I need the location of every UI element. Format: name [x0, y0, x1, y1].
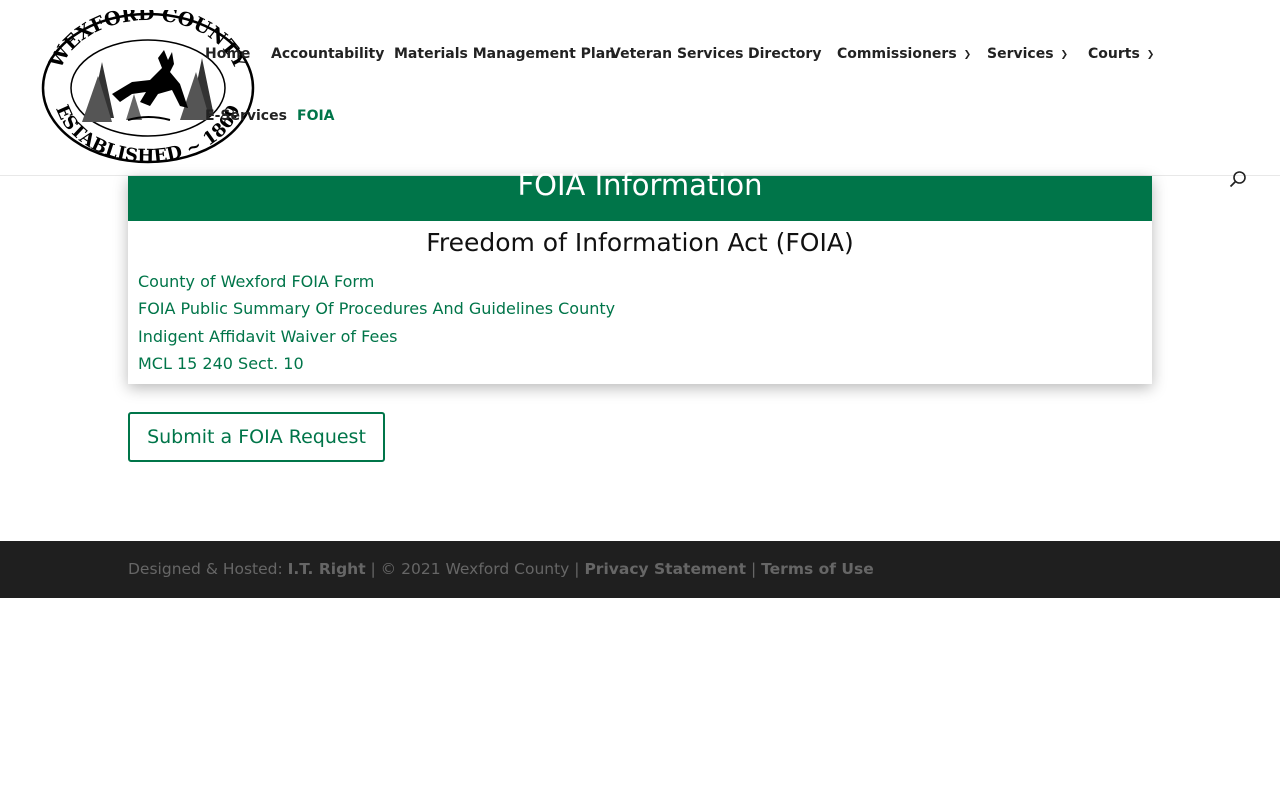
- nav-item-accountability[interactable]: Accountability: [271, 46, 384, 62]
- nav-item-label: Accountability: [271, 46, 385, 62]
- nav-item-label: Commissioners: [837, 46, 957, 62]
- link-indigent-affidavit[interactable]: Indigent Affidavit Waiver of Fees: [138, 323, 615, 350]
- nav-item-materials-management-plan[interactable]: Materials Management Plan: [394, 46, 615, 62]
- nav-item-courts[interactable]: Courts ❯: [1088, 46, 1154, 62]
- foia-content-box: FOIA Information Freedom of Information …: [128, 171, 1152, 384]
- nav-item-label: FOIA: [297, 108, 335, 124]
- privacy-statement-link[interactable]: Privacy Statement: [584, 560, 746, 578]
- designed-label: Designed & Hosted:: [128, 560, 288, 578]
- nav-item-home[interactable]: Home: [205, 46, 250, 62]
- banner-title: FOIA Information: [517, 168, 763, 202]
- footer-divider: |: [746, 560, 762, 578]
- nav-item-veteran-services[interactable]: Veteran Services: [610, 46, 743, 62]
- link-foia-form[interactable]: County of Wexford FOIA Form: [138, 268, 615, 295]
- chevron-down-icon: ❯: [1146, 50, 1155, 60]
- chevron-down-icon: ❯: [1060, 50, 1069, 60]
- foia-banner: FOIA Information: [128, 171, 1152, 221]
- nav-item-e-services[interactable]: E-Services: [205, 108, 287, 124]
- nav-item-label: Services: [987, 46, 1054, 62]
- nav-item-services[interactable]: Services ❯: [987, 46, 1068, 62]
- copyright-text: | © 2021 Wexford County |: [365, 560, 585, 578]
- footer-text: Designed & Hosted: I.T. Right | © 2021 W…: [128, 560, 874, 578]
- search-icon[interactable]: [1228, 170, 1248, 190]
- link-foia-public-summary[interactable]: FOIA Public Summary Of Procedures And Gu…: [138, 295, 615, 322]
- site-footer: Designed & Hosted: I.T. Right | © 2021 W…: [0, 541, 1280, 598]
- nav-item-label: E-Services: [205, 108, 287, 124]
- nav-item-label: Veteran Services: [610, 46, 744, 62]
- link-mcl-15-240[interactable]: MCL 15 240 Sect. 10: [138, 350, 615, 377]
- nav-item-label: Home: [205, 46, 251, 62]
- nav-item-label: Courts: [1088, 46, 1140, 62]
- nav-item-label: Directory: [748, 46, 822, 62]
- submit-foia-request-button[interactable]: Submit a FOIA Request: [128, 412, 385, 462]
- document-links: County of Wexford FOIA Form FOIA Public …: [138, 268, 615, 377]
- nav-item-commissioners[interactable]: Commissioners ❯: [837, 46, 971, 62]
- nav-item-directory[interactable]: Directory: [748, 46, 821, 62]
- chevron-down-icon: ❯: [963, 50, 972, 60]
- site-header: WEXFORD COUNTY ESTABLISHED ~ 1869 Home A…: [0, 0, 1280, 188]
- section-title: Freedom of Information Act (FOIA): [426, 228, 854, 257]
- nav-item-label: Materials Management Plan: [394, 46, 616, 62]
- terms-of-use-link[interactable]: Terms of Use: [761, 560, 874, 578]
- designer-link[interactable]: I.T. Right: [288, 560, 366, 578]
- main-nav: Home Accountability Materials Management…: [0, 0, 1280, 176]
- nav-item-foia[interactable]: FOIA: [297, 108, 335, 124]
